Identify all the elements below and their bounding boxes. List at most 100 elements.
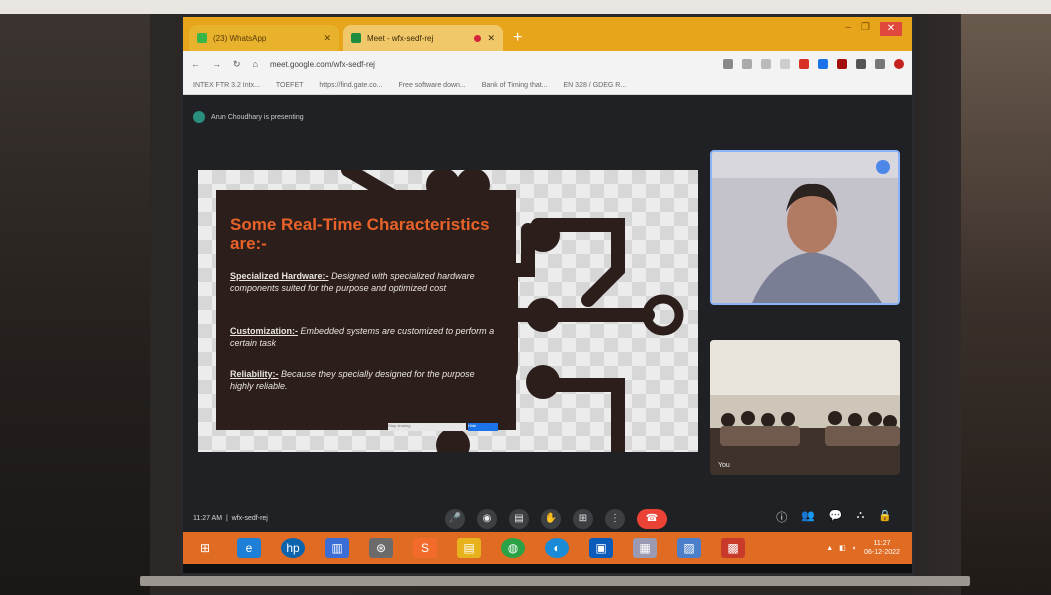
hide-button[interactable]: Hide bbox=[468, 423, 498, 431]
participant-name: You bbox=[718, 462, 730, 469]
network-icon[interactable]: ◧ bbox=[839, 544, 846, 552]
minimize-button[interactable]: – bbox=[845, 22, 851, 36]
bookmark-item[interactable]: EN 328 / GDEG R... bbox=[564, 82, 627, 89]
slide-point: Customization:- Embedded systems are cus… bbox=[230, 325, 500, 349]
side-panel-controls: ⓘ 👥 💬 ⛬ 🔒 bbox=[776, 509, 892, 525]
participant-tile-speaker[interactable] bbox=[710, 150, 900, 305]
end-call-button[interactable]: ☎ bbox=[637, 509, 667, 529]
camera-button[interactable]: ◉ bbox=[477, 509, 497, 529]
whatsapp-icon bbox=[197, 33, 207, 43]
tray-time: 11:27 bbox=[873, 540, 891, 547]
sharing-toolbar: Stop sharing Hide bbox=[388, 423, 498, 431]
slide-point: Reliability:- Because they specially des… bbox=[230, 368, 500, 392]
tray-date: 06-12-2022 bbox=[864, 549, 900, 556]
more-options-button[interactable]: ⋮ bbox=[605, 509, 625, 529]
stop-sharing-button[interactable]: Stop sharing bbox=[388, 423, 466, 431]
window-controls: – ❐ ✕ bbox=[845, 22, 902, 36]
info-icon[interactable]: ⓘ bbox=[776, 509, 787, 525]
meeting-code: wfx-sedf-rej bbox=[231, 515, 268, 522]
chat-icon[interactable]: 💬 bbox=[829, 509, 843, 525]
windows-taskbar: ⊞ e hp ▥ ⊛ S ▤ ◍ ◐ ▣ ▦ ▨ ▩ ▲ ◧ ◖ 11:27 0… bbox=[183, 532, 912, 564]
start-icon[interactable]: ⊞ bbox=[193, 538, 217, 558]
tab-label: (23) WhatsApp bbox=[213, 33, 267, 43]
speaker-video bbox=[712, 152, 898, 303]
url-field[interactable]: meet.google.com/wfx-sedf-rej bbox=[270, 60, 375, 69]
ceiling-strip bbox=[0, 0, 1051, 14]
meet-stage: Arun Choudhary is presenting Some Real-T… bbox=[183, 95, 912, 532]
projected-screen: (23) WhatsApp ✕ Meet - wfx-sedf-rej ✕ + … bbox=[180, 14, 915, 576]
browser-tab-bar: (23) WhatsApp ✕ Meet - wfx-sedf-rej ✕ + … bbox=[183, 17, 912, 51]
meeting-info: 11:27 AM | wfx-sedf-rej bbox=[193, 515, 268, 522]
app-icon[interactable]: ▣ bbox=[589, 538, 613, 558]
reload-icon[interactable]: ↻ bbox=[233, 59, 241, 70]
shared-slide: Some Real-Time Characteristics are:- Spe… bbox=[198, 170, 698, 452]
bookmark-item[interactable]: Bank of Timing that... bbox=[482, 82, 548, 89]
activities-icon[interactable]: ⛬ bbox=[857, 509, 865, 525]
close-tab-icon[interactable]: ✕ bbox=[323, 33, 331, 44]
app-icon[interactable]: ⊛ bbox=[369, 538, 393, 558]
people-icon[interactable]: 👥 bbox=[801, 509, 815, 525]
bookmarks-bar: INTEX FTR 3.2 Intx... TOEFET https://fin… bbox=[183, 77, 912, 95]
system-tray: ▲ ◧ ◖ 11:27 06-12-2022 bbox=[826, 539, 902, 557]
camera-icon[interactable] bbox=[723, 59, 733, 69]
meeting-time: 11:27 AM bbox=[193, 515, 223, 522]
app-icon[interactable]: ◐ bbox=[545, 538, 569, 558]
tab-meet[interactable]: Meet - wfx-sedf-rej ✕ bbox=[343, 25, 503, 51]
tray-icon[interactable]: ▲ bbox=[826, 545, 833, 552]
slide-title: Some Real-Time Characteristics are:- bbox=[230, 215, 490, 253]
slide-point: Specialized Hardware:- Designed with spe… bbox=[230, 270, 500, 294]
app-icon[interactable]: ▥ bbox=[325, 538, 349, 558]
bookmark-item[interactable]: TOEFET bbox=[276, 82, 303, 89]
captions-button[interactable]: ▤ bbox=[509, 509, 529, 529]
back-icon[interactable]: ← bbox=[191, 59, 200, 69]
app-icon[interactable]: ▨ bbox=[677, 538, 701, 558]
home-icon[interactable]: ⌂ bbox=[253, 59, 258, 69]
app-icon[interactable]: ▦ bbox=[633, 538, 657, 558]
slide-point-head: Specialized Hardware:- bbox=[230, 271, 329, 281]
edge-icon[interactable]: e bbox=[237, 538, 261, 558]
chrome-icon[interactable]: ◍ bbox=[501, 538, 525, 558]
profile-avatar[interactable] bbox=[894, 59, 904, 69]
left-wall bbox=[0, 14, 150, 595]
extension-icon[interactable] bbox=[837, 59, 847, 69]
puzzle-icon[interactable] bbox=[856, 59, 866, 69]
close-window-button[interactable]: ✕ bbox=[880, 22, 902, 36]
extension-icon[interactable] bbox=[799, 59, 809, 69]
present-button[interactable]: ⊞ bbox=[573, 509, 593, 529]
forward-icon[interactable]: → bbox=[212, 59, 221, 69]
volume-icon[interactable]: ◖ bbox=[852, 545, 856, 552]
address-bar: ← → ↻ ⌂ meet.google.com/wfx-sedf-rej bbox=[183, 51, 912, 77]
new-tab-button[interactable]: + bbox=[513, 29, 522, 47]
hp-icon[interactable]: hp bbox=[281, 538, 305, 558]
tray-clock[interactable]: 11:27 06-12-2022 bbox=[862, 539, 902, 557]
host-controls-icon[interactable]: 🔒 bbox=[878, 509, 892, 525]
star-icon[interactable] bbox=[780, 59, 790, 69]
screen-bottom-rail bbox=[140, 576, 970, 586]
app-icon[interactable]: S bbox=[413, 538, 437, 558]
participant-tile-room[interactable]: You bbox=[710, 340, 900, 475]
bookmark-item[interactable]: Free software down... bbox=[398, 82, 465, 89]
tab-whatsapp[interactable]: (23) WhatsApp ✕ bbox=[189, 25, 339, 51]
slide-point-head: Reliability:- bbox=[230, 369, 279, 379]
presenter-bar: Arun Choudhary is presenting bbox=[193, 107, 373, 127]
bookmark-item[interactable]: https://find.gate.co... bbox=[319, 82, 382, 89]
mic-button[interactable]: 🎤 bbox=[445, 509, 465, 529]
sidebar-icon[interactable] bbox=[875, 59, 885, 69]
app-icon[interactable]: ▩ bbox=[721, 538, 745, 558]
close-tab-icon[interactable]: ✕ bbox=[487, 33, 495, 44]
speaking-indicator-icon bbox=[876, 160, 890, 174]
folder-icon[interactable]: ▤ bbox=[457, 538, 481, 558]
call-controls: 🎤 ◉ ▤ ✋ ⊞ ⋮ ☎ bbox=[445, 509, 667, 529]
maximize-button[interactable]: ❐ bbox=[861, 22, 870, 36]
share-icon[interactable] bbox=[761, 59, 771, 69]
recording-dot-icon bbox=[474, 34, 482, 42]
tab-label: Meet - wfx-sedf-rej bbox=[367, 33, 434, 43]
meeting-controls: 11:27 AM | wfx-sedf-rej 🎤 ◉ ▤ ✋ ⊞ ⋮ ☎ ⓘ … bbox=[183, 505, 912, 533]
extension-icon[interactable] bbox=[818, 59, 828, 69]
extensions-area bbox=[723, 59, 904, 69]
bookmark-item[interactable]: INTEX FTR 3.2 Intx... bbox=[193, 82, 260, 89]
slide-point-head: Customization:- bbox=[230, 326, 298, 336]
presenter-avatar bbox=[193, 111, 205, 123]
raise-hand-button[interactable]: ✋ bbox=[541, 509, 561, 529]
zoom-icon[interactable] bbox=[742, 59, 752, 69]
